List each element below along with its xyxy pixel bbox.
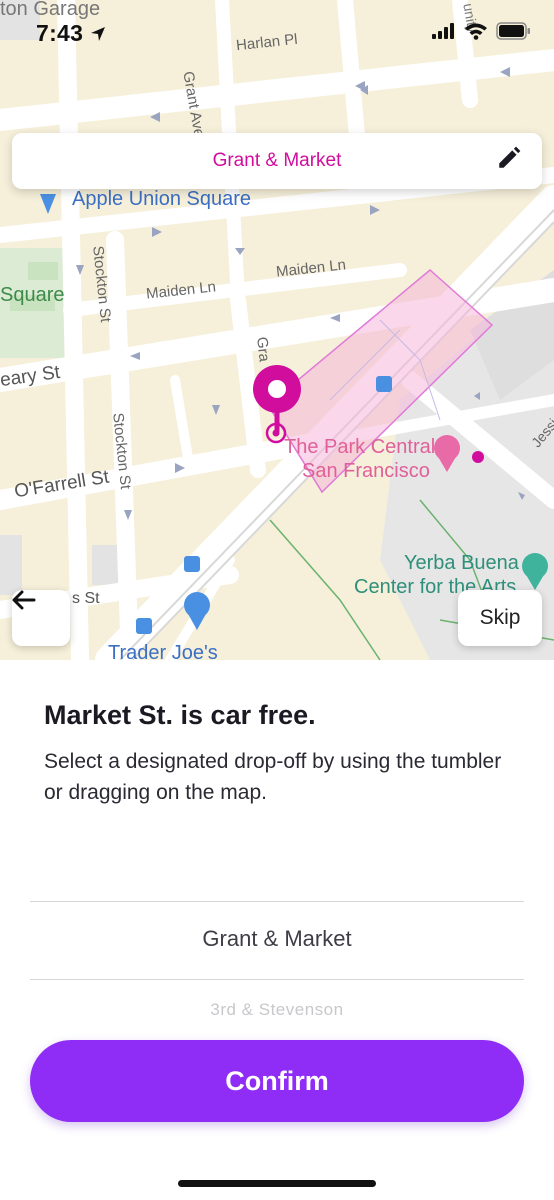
battery-icon (496, 22, 530, 40)
wifi-icon (465, 23, 487, 40)
home-indicator[interactable] (178, 1180, 376, 1187)
confirm-button[interactable]: Confirm (30, 1040, 524, 1122)
map-label-park-central-2[interactable]: San Francisco (302, 460, 430, 483)
bottom-sheet: Market St. is car free. Select a designa… (0, 660, 554, 1200)
cellular-signal-icon (432, 23, 454, 39)
map-label-union-square: Square (0, 284, 65, 306)
picker-option[interactable]: 3rd & Stevenson (0, 1000, 554, 1020)
arrow-left-icon (12, 590, 36, 610)
sheet-description: Select a designated drop-off by using th… (44, 750, 502, 804)
sheet-title: Market St. is car free. (44, 700, 316, 730)
map-label-ellis-st: s St (72, 590, 100, 607)
map-view[interactable]: ton Garage Harlan Pl Grant Ave unity App… (0, 0, 554, 660)
picker-divider-top (30, 901, 524, 902)
map-label-apple-union-square[interactable]: Apple Union Square (72, 188, 251, 211)
skip-button[interactable]: Skip (458, 590, 542, 646)
picker-option-selected[interactable]: Grant & Market (0, 926, 554, 952)
map-label-park-central-1[interactable]: The Park Central (284, 436, 435, 459)
status-bar: 7:43 (0, 0, 554, 64)
dropoff-location-text[interactable]: Grant & Market (12, 150, 542, 172)
picker-divider-bottom (30, 979, 524, 980)
back-button[interactable] (12, 590, 70, 646)
status-icons (432, 22, 532, 40)
map-label-trader-joes[interactable]: Trader Joe's (108, 642, 218, 660)
status-time: 7:43 (36, 20, 106, 47)
map-label-grant-ave-mid: Gra (253, 336, 273, 363)
dropoff-location-card[interactable]: Grant & Market (12, 133, 542, 189)
pencil-icon (499, 146, 521, 168)
map-label-yerba-buena-1[interactable]: Yerba Buena (404, 552, 519, 575)
edit-location-button[interactable] (496, 145, 528, 177)
location-arrow-icon (90, 27, 105, 41)
